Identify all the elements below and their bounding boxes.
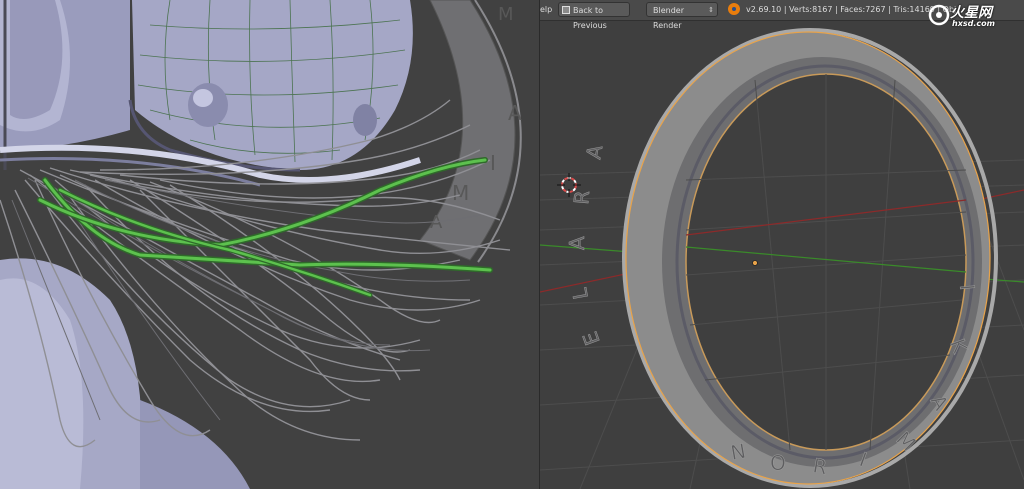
watermark-subtitle: hxsd.com — [952, 19, 995, 28]
ring-letter: A — [581, 143, 607, 161]
back-to-previous-button[interactable]: Back to Previous — [558, 2, 630, 30]
watermark-logo-icon — [928, 4, 950, 26]
ring-letter: A — [565, 236, 589, 250]
head-mesh — [128, 0, 413, 172]
hair-scene: M A I M A — [0, 0, 522, 489]
ring-letter: L — [567, 285, 593, 301]
render-engine-value: Blender Render — [653, 6, 684, 30]
help-menu-fragment[interactable]: elp — [540, 5, 552, 14]
back-to-previous-label: Back to Previous — [573, 6, 607, 30]
site-watermark: 火星网 hxsd.com — [928, 2, 1020, 30]
back-icon — [562, 6, 570, 14]
object-origin-icon[interactable] — [752, 260, 758, 266]
ring-letter: M — [452, 181, 469, 205]
viewport-left-hair[interactable]: M A I M A — [0, 0, 540, 489]
ring-letter: A — [508, 101, 522, 125]
ring-letter: E — [578, 328, 605, 348]
background-ring: M A I M A — [419, 0, 522, 263]
blender-logo-icon — [728, 3, 740, 15]
scene-stats: v2.69.10 | Verts:8167 | Faces:7267 | Tri… — [746, 5, 957, 14]
chevron-updown-icon: ⇕ — [708, 6, 714, 14]
ring-object: A R A L E N O R I M A K I — [565, 28, 998, 488]
ring-letter: I — [490, 151, 496, 175]
ring-scene: A R A L E N O R I M A K I — [540, 28, 1024, 489]
viewport-right-ring[interactable]: A R A L E N O R I M A K I — [540, 0, 1024, 489]
render-engine-select[interactable]: Blender Render ⇕ — [646, 2, 718, 30]
ring-letter: M — [498, 4, 514, 25]
ring-letter: O — [770, 451, 786, 475]
